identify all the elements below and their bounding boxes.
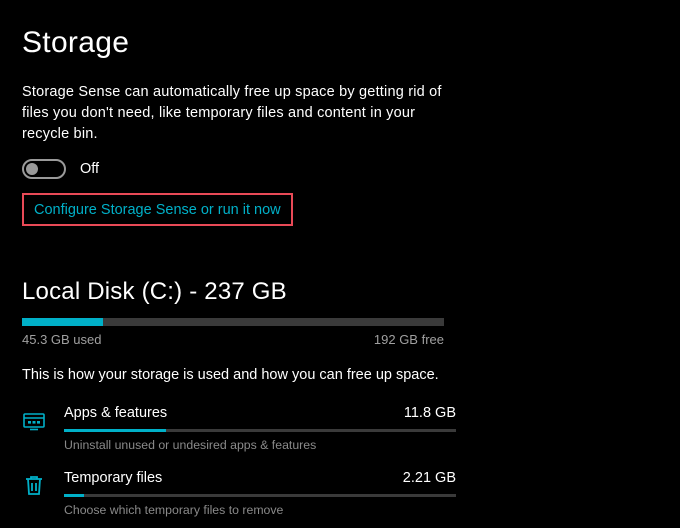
disk-heading: Local Disk (C:) - 237 GB: [22, 278, 658, 306]
toggle-knob: [26, 163, 38, 175]
category-name: Temporary files: [64, 470, 162, 486]
category-hint: Uninstall unused or undesired apps & fea…: [64, 438, 456, 452]
configure-storage-sense-link[interactable]: Configure Storage Sense or run it now: [34, 202, 281, 218]
category-row-apps[interactable]: Apps & features 11.8 GB Uninstall unused o…: [22, 405, 658, 452]
disk-usage-fill: [22, 318, 103, 326]
disk-free-label: 192 GB free: [374, 332, 444, 347]
category-size: 2.21 GB: [403, 470, 456, 486]
category-row-trash[interactable]: Temporary files 2.21 GB Choose which tempo…: [22, 470, 658, 517]
apps-icon: [22, 408, 46, 432]
category-bar-fill: [64, 494, 84, 497]
category-name: Apps & features: [64, 405, 167, 421]
toggle-state-label: Off: [80, 161, 99, 177]
category-bar-fill: [64, 429, 166, 432]
disk-usage-bar: [22, 318, 444, 326]
category-size: 11.8 GB: [404, 405, 456, 421]
disk-used-label: 45.3 GB used: [22, 332, 102, 347]
trash-icon: [22, 473, 46, 497]
storage-sense-toggle[interactable]: [22, 159, 66, 179]
category-bar: [64, 494, 456, 497]
highlight-box: Configure Storage Sense or run it now: [22, 193, 293, 226]
category-hint: Choose which temporary files to remove: [64, 503, 456, 517]
storage-sense-desc: Storage Sense can automatically free up …: [22, 82, 452, 145]
category-bar: [64, 429, 456, 432]
storage-usage-desc: This is how your storage is used and how…: [22, 367, 658, 383]
page-title: Storage: [22, 26, 658, 60]
